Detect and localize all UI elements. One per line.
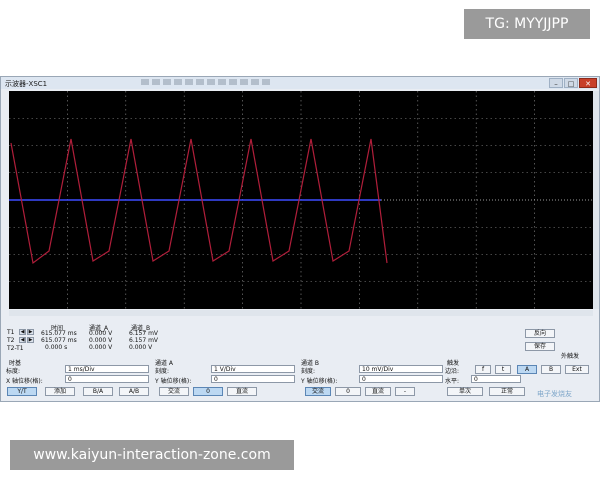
dt-a: 0.000 V [89, 344, 113, 351]
timebase-scale-field[interactable]: 1 ms/Div [65, 365, 149, 373]
trigger-edge-falling-button[interactable]: f [475, 365, 491, 374]
channel-a-scale-field[interactable]: 1 V/Div [211, 365, 295, 373]
channel-a-zero-button[interactable]: 0 [193, 387, 223, 396]
trigger-source-a-button[interactable]: A [517, 365, 537, 374]
t1-b: 6.157 mV [129, 330, 159, 337]
trigger-source-b-button[interactable]: B [541, 365, 561, 374]
mode-ba-button[interactable]: B/A [83, 387, 113, 396]
scope-screen [9, 91, 593, 309]
url-banner: www.kaiyun-interaction-zone.com [10, 440, 294, 470]
timebase-xpos-field[interactable]: 0 [65, 375, 149, 383]
trigger-edge-label: 边沿: [445, 368, 460, 375]
dt-time: 0.000 s [45, 344, 68, 351]
scope-display [9, 91, 593, 309]
channel-a-ypos-field[interactable]: 0 [211, 375, 295, 383]
trigger-edge-rising-button[interactable]: t [495, 365, 511, 374]
t2-time: 615.077 ms [41, 337, 77, 344]
t1-a: 0.000 V [89, 330, 113, 337]
channel-b-ypos-label: Y 轴位移(格): [301, 378, 338, 385]
ext-trigger-label: 外触发 [561, 353, 580, 360]
t2-b: 6.157 mV [129, 337, 159, 344]
t1-time: 615.077 ms [41, 330, 77, 337]
trigger-single-button[interactable]: 单次 [447, 387, 483, 396]
t2-a: 0.000 V [89, 337, 113, 344]
trigger-normal-button[interactable]: 正常 [489, 387, 525, 396]
reverse-button[interactable]: 反向 [525, 329, 555, 338]
t2-right-arrow-icon[interactable]: ▶ [27, 337, 34, 343]
channel-b-minus-button[interactable]: - [395, 387, 415, 396]
channel-b-zero-button[interactable]: 0 [335, 387, 361, 396]
t1-right-arrow-icon[interactable]: ▶ [27, 329, 34, 335]
minimize-button[interactable]: – [549, 78, 563, 88]
oscilloscope-window: 示波器-XSC1 – □ ✕ T1 ◀ ▶ T2 ◀ ▶ T2-T1 时间 通道… [0, 76, 600, 402]
t2-left-arrow-icon[interactable]: ◀ [19, 337, 26, 343]
timebase-scale-label: 标度: [6, 368, 21, 375]
channel-b-scale-field[interactable]: 10 mV/Div [359, 365, 443, 373]
close-button[interactable]: ✕ [579, 78, 597, 88]
channel-a-dc-button[interactable]: 直流 [227, 387, 257, 396]
channel-b-ac-button[interactable]: 交流 [305, 387, 331, 396]
cursor-label-t1: T1 [7, 329, 15, 336]
channel-b-scale-label: 刻度: [301, 368, 316, 375]
t1-left-arrow-icon[interactable]: ◀ [19, 329, 26, 335]
trigger-source-ext-button[interactable]: Ext [565, 365, 589, 374]
tg-badge: TG: MYYJJPP [464, 9, 590, 39]
maximize-button[interactable]: □ [564, 78, 578, 88]
timebase-xpos-label: X 轴位移(格): [6, 378, 43, 385]
channel-a-ypos-label: Y 轴位移(格): [155, 378, 192, 385]
background-toolbar [141, 79, 381, 87]
dt-b: 0.000 V [129, 344, 153, 351]
cursor-label-t2-t1: T2-T1 [7, 345, 24, 352]
watermark-logo: 电子发烧友 [537, 390, 572, 398]
horizontal-scrollbar[interactable] [9, 310, 593, 316]
mode-yt-button[interactable]: Y/T [7, 387, 37, 396]
cursor-label-t2: T2 [7, 337, 15, 344]
vertical-scrollbar[interactable] [593, 91, 599, 309]
window-title: 示波器-XSC1 [5, 80, 48, 88]
save-button[interactable]: 保存 [525, 342, 555, 351]
mode-ab-button[interactable]: A/B [119, 387, 149, 396]
channel-a-ac-button[interactable]: 交流 [159, 387, 189, 396]
trigger-level-field[interactable]: 0 [471, 375, 521, 383]
channel-b-dc-button[interactable]: 直流 [365, 387, 391, 396]
channel-b-ypos-field[interactable]: 0 [359, 375, 443, 383]
channel-a-scale-label: 刻度: [155, 368, 170, 375]
mode-add-button[interactable]: 添加 [45, 387, 75, 396]
trigger-level-label: 水平: [445, 378, 460, 385]
title-bar[interactable]: 示波器-XSC1 – □ ✕ [1, 77, 599, 89]
